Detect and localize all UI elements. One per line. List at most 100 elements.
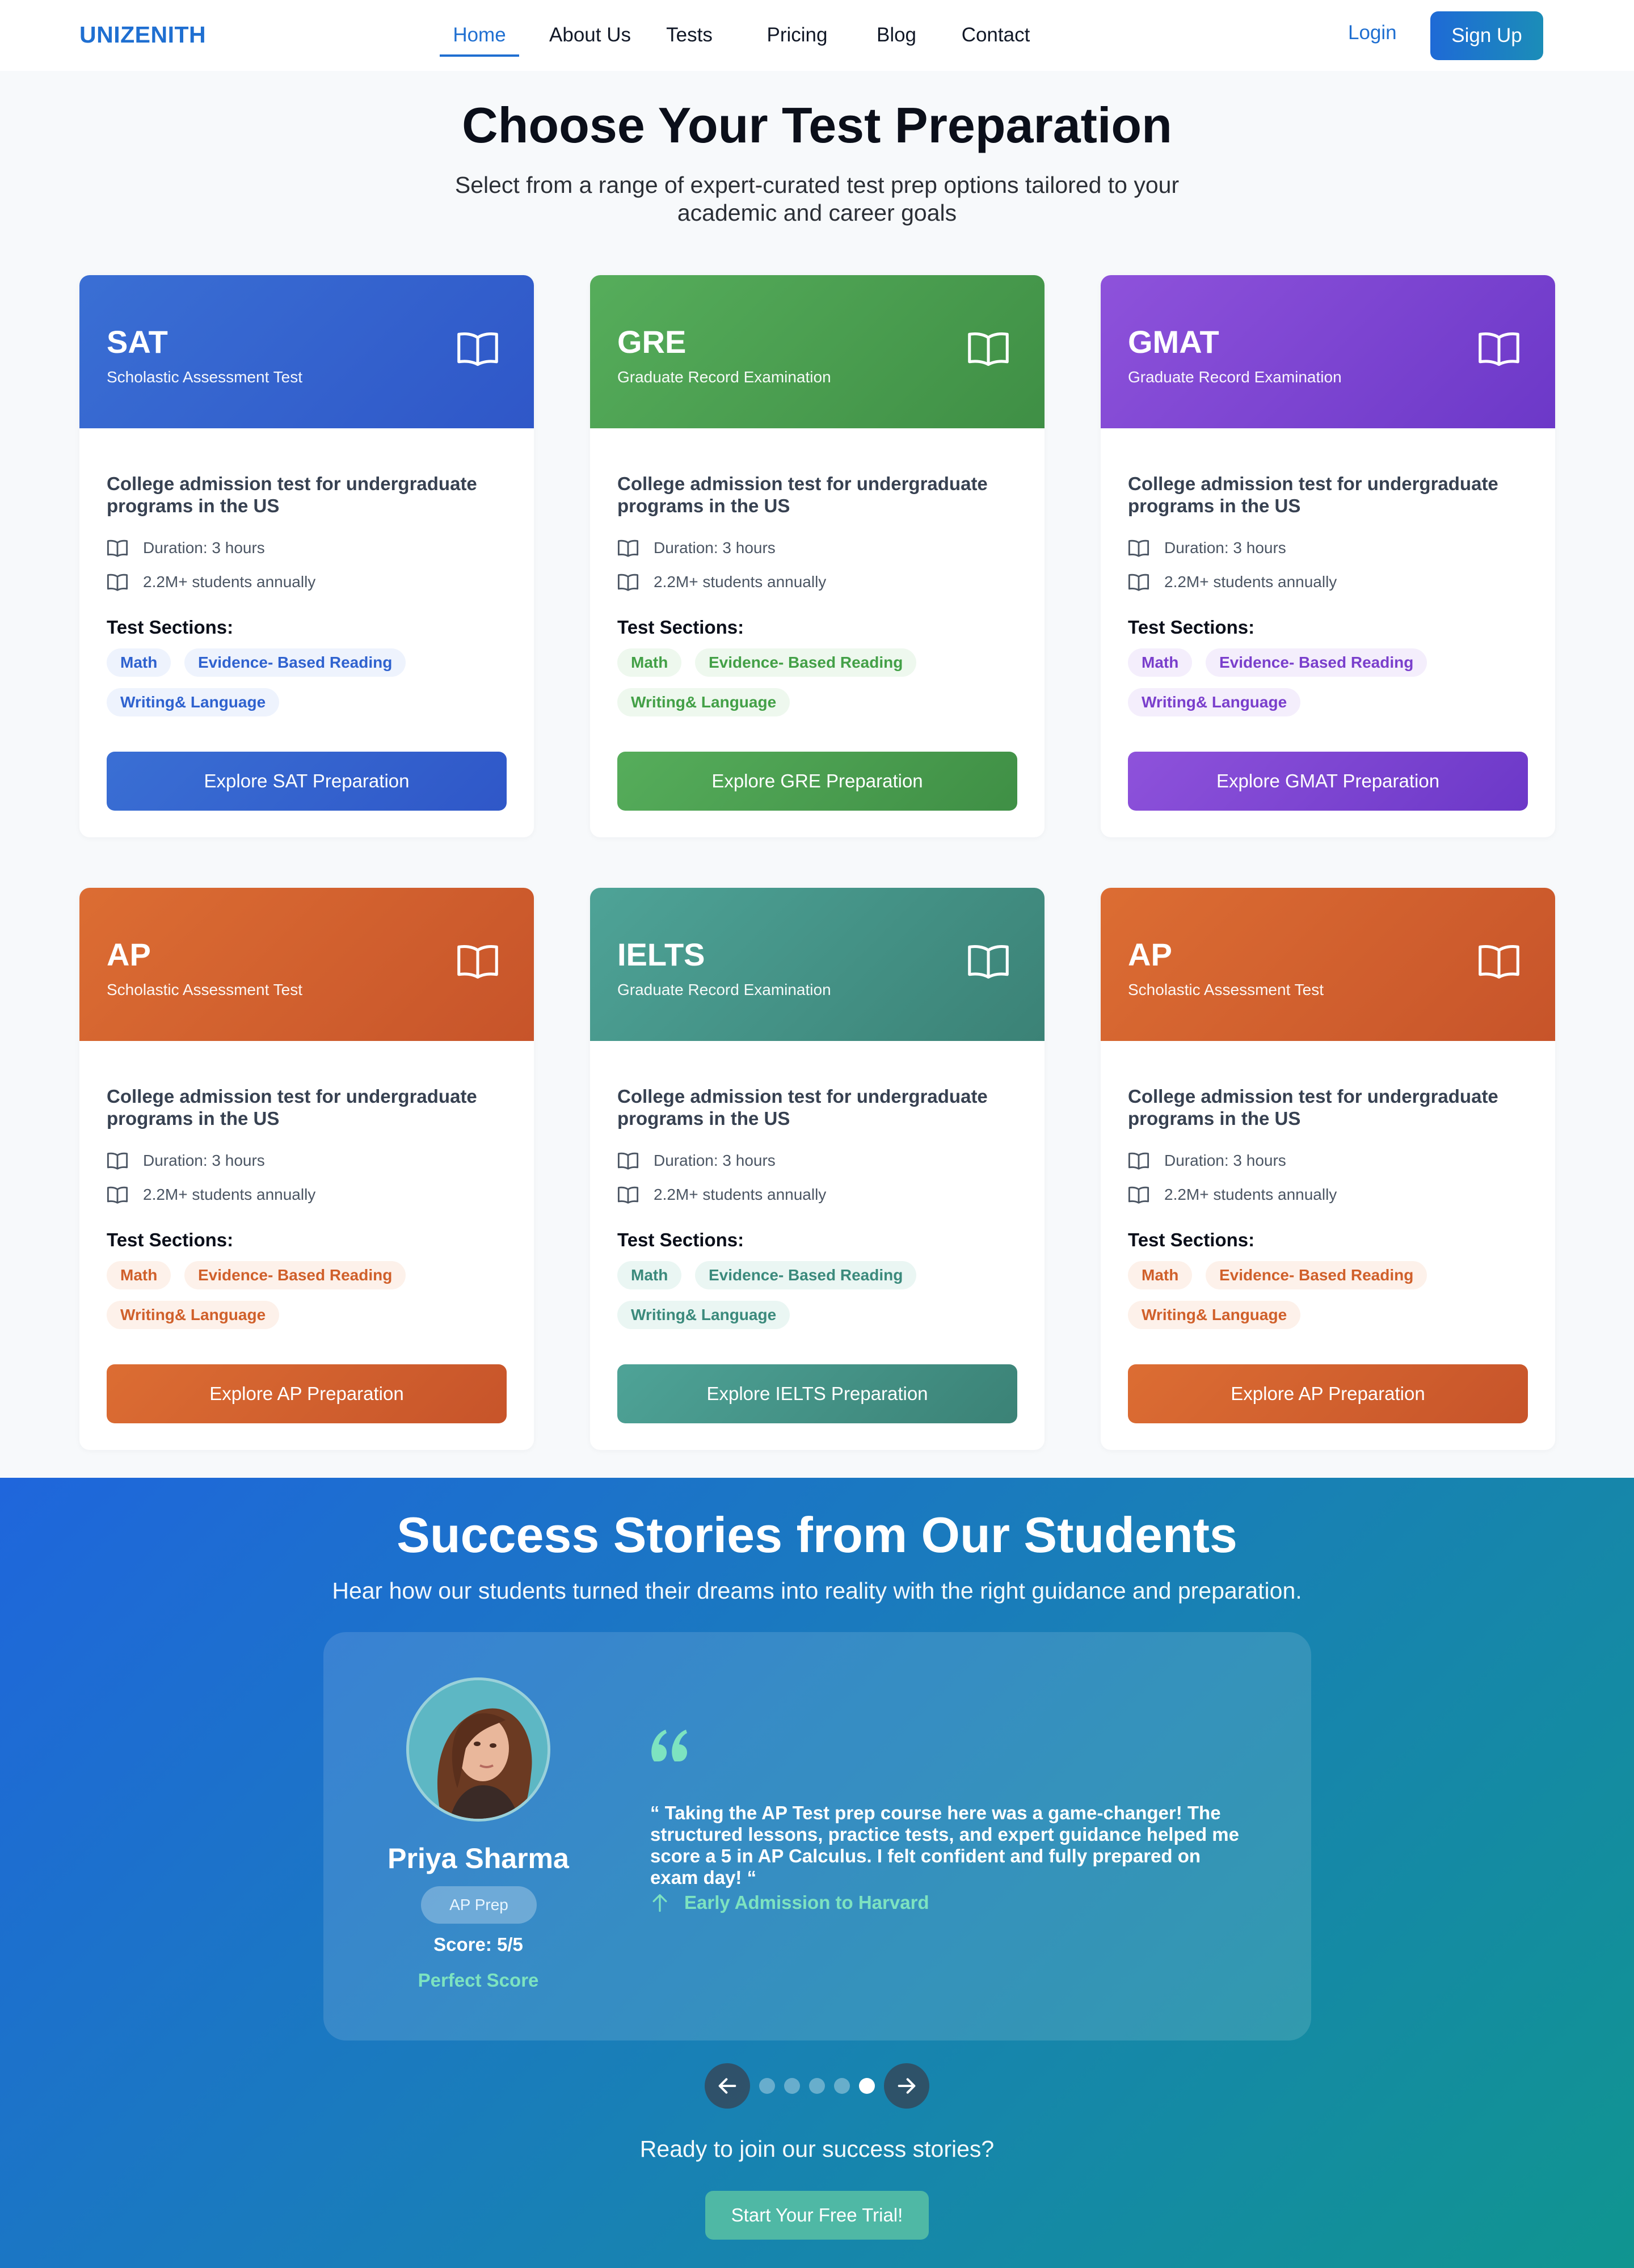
book-open-icon [457, 945, 498, 979]
book-icon [1128, 1152, 1149, 1170]
book-icon [617, 539, 639, 557]
test-card-header: GRE Graduate Record Examination [590, 275, 1045, 428]
explore-button[interactable]: Explore AP Preparation [107, 1364, 507, 1423]
students-row: 2.2M+ students annually [1128, 573, 1337, 591]
score-note: Perfect Score [418, 1970, 539, 1991]
explore-button[interactable]: Explore GMAT Preparation [1128, 752, 1528, 811]
section-chip: Evidence- Based Reading [184, 648, 406, 677]
book-icon [1128, 574, 1149, 591]
test-card-description: College admission test for undergraduate… [617, 1086, 988, 1129]
explore-button[interactable]: Explore SAT Preparation [107, 752, 507, 811]
test-card-name: IELTS [617, 937, 705, 972]
nav-link-blog[interactable]: Blog [868, 0, 925, 57]
students-text: 2.2M+ students annually [1164, 573, 1337, 591]
section-chip: Writing& Language [107, 1301, 280, 1329]
test-card-description: College admission test for undergraduate… [107, 1086, 477, 1129]
cta-prompt: Ready to join our success stories? [639, 2136, 995, 2162]
login-link[interactable]: Login [1348, 22, 1397, 44]
students-text: 2.2M+ students annually [143, 573, 316, 591]
test-sections-label: Test Sections: [107, 1229, 234, 1250]
test-card-description: College admission test for undergraduate… [617, 473, 988, 516]
nav-link-about[interactable]: About Us [542, 0, 638, 57]
explore-button[interactable]: Explore GRE Preparation [617, 752, 1017, 811]
explore-button[interactable]: Explore AP Preparation [1128, 1364, 1528, 1423]
book-icon [1128, 539, 1149, 557]
book-open-icon [1479, 332, 1519, 366]
carousel-dot[interactable] [784, 2078, 800, 2094]
students-row: 2.2M+ students annually [617, 1186, 826, 1204]
test-card-header: AP Scholastic Assessment Test [79, 888, 534, 1041]
test-card: AP Scholastic Assessment Test College ad… [79, 888, 534, 1450]
signup-button[interactable]: Sign Up [1430, 11, 1543, 60]
section-chip: Math [107, 1261, 171, 1289]
book-icon [107, 574, 128, 591]
carousel-dot[interactable] [834, 2078, 850, 2094]
book-icon [617, 1152, 639, 1170]
test-card-name: SAT [107, 324, 168, 360]
test-card: GRE Graduate Record Examination College … [590, 275, 1045, 837]
section-chip: Writing& Language [617, 1301, 790, 1329]
test-card-name: GMAT [1128, 324, 1219, 360]
student-avatar [406, 1677, 550, 1822]
nav-links: Home About Us Tests Pricing Blog Contact [440, 0, 1038, 71]
nav-link-home[interactable]: Home [440, 0, 519, 57]
nav-link-contact[interactable]: Contact [953, 0, 1038, 57]
success-subtitle: Hear how our students turned their dream… [332, 1578, 1302, 1604]
arrow-right-icon [898, 2078, 916, 2094]
carousel-dot[interactable] [859, 2078, 875, 2094]
students-row: 2.2M+ students annually [107, 573, 315, 591]
test-card-header: GMAT Graduate Record Examination [1101, 275, 1555, 428]
book-icon [107, 1152, 128, 1170]
test-card-fullname: Graduate Record Examination [617, 981, 831, 998]
students-row: 2.2M+ students annually [107, 1186, 315, 1204]
test-card-fullname: Scholastic Assessment Test [107, 368, 302, 386]
students-text: 2.2M+ students annually [654, 1186, 827, 1203]
duration-text: Duration: 3 hours [1164, 539, 1286, 557]
top-navbar: UNIZENITH Home About Us Tests Pricing Bl… [0, 0, 1634, 71]
students-row: 2.2M+ students annually [617, 573, 826, 591]
students-row: 2.2M+ students annually [1128, 1186, 1337, 1204]
success-stories-section: Success Stories from Our Students Hear h… [0, 1478, 1634, 2268]
testimonial-card: Priya Sharma AP Prep Score: 5/5 Perfect … [323, 1632, 1311, 2041]
nav-link-tests[interactable]: Tests [658, 0, 721, 57]
duration-row: Duration: 3 hours [1128, 1152, 1286, 1170]
section-chip: Math [617, 1261, 682, 1289]
test-card: AP Scholastic Assessment Test College ad… [1101, 888, 1555, 1450]
test-card: IELTS Graduate Record Examination Colleg… [590, 888, 1045, 1450]
students-text: 2.2M+ students annually [1164, 1186, 1337, 1203]
section-chip: Math [1128, 648, 1193, 677]
test-card-fullname: Graduate Record Examination [617, 368, 831, 386]
nav-link-pricing[interactable]: Pricing [757, 0, 837, 57]
carousel-next-button[interactable] [884, 2063, 929, 2109]
students-text: 2.2M+ students annually [143, 1186, 316, 1203]
section-chip: Math [1128, 1261, 1193, 1289]
free-trial-button[interactable]: Start Your Free Trial! [705, 2191, 929, 2240]
students-text: 2.2M+ students annually [654, 573, 827, 591]
program-badge: AP Prep [421, 1886, 537, 1924]
duration-text: Duration: 3 hours [1164, 1152, 1286, 1169]
section-chip: Writing& Language [617, 688, 790, 716]
carousel-prev-button[interactable] [705, 2063, 750, 2109]
test-card-description: College admission test for undergraduate… [1128, 1086, 1498, 1129]
test-card-fullname: Scholastic Assessment Test [1128, 981, 1324, 998]
duration-row: Duration: 3 hours [617, 1152, 776, 1170]
test-card-name: AP [107, 937, 151, 972]
carousel-dot[interactable] [759, 2078, 775, 2094]
book-icon [1128, 1186, 1149, 1204]
page-title: Choose Your Test Preparation [462, 97, 1172, 153]
book-icon [107, 539, 128, 557]
duration-row: Duration: 3 hours [617, 539, 776, 557]
test-card-fullname: Scholastic Assessment Test [107, 981, 302, 998]
quote-icon [651, 1730, 687, 1761]
section-chip: Evidence- Based Reading [1206, 1261, 1427, 1289]
brand-logo[interactable]: UNIZENITH [79, 22, 206, 48]
section-chip: Math [617, 648, 682, 677]
student-score: Score: 5/5 [433, 1934, 523, 1955]
explore-button[interactable]: Explore IELTS Preparation [617, 1364, 1017, 1423]
book-open-icon [968, 332, 1009, 366]
section-chip: Math [107, 648, 171, 677]
carousel-dot[interactable] [809, 2078, 825, 2094]
test-sections-label: Test Sections: [107, 617, 234, 638]
test-sections-label: Test Sections: [617, 1229, 744, 1250]
test-card-header: SAT Scholastic Assessment Test [79, 275, 534, 428]
